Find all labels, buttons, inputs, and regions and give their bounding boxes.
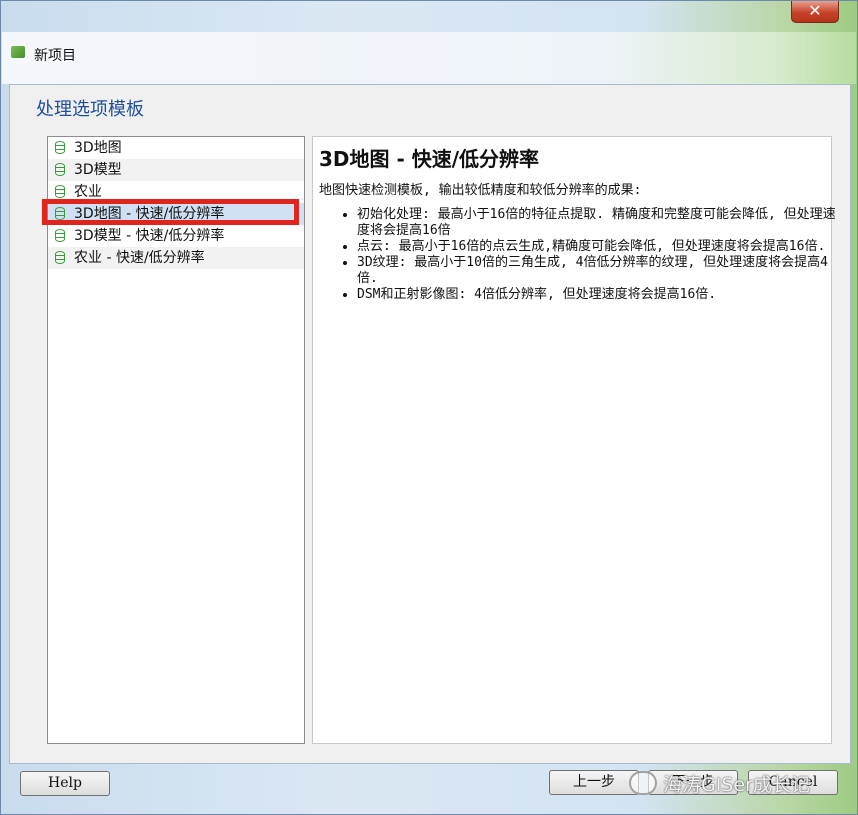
template-item-agriculture-rapid[interactable]: 农业 - 快速/低分辨率 <box>48 247 304 269</box>
database-icon <box>55 185 65 198</box>
detail-bullet: 点云: 最高小于16倍的点云生成,精确度可能会降低, 但处理速度将会提高16倍. <box>357 239 841 255</box>
detail-bullet: 3D纹理: 最高小于10倍的三角生成, 4倍低分辨率的纹理, 但处理速度将会提高… <box>357 255 841 287</box>
dialog-window: ✕ 新项目 处理选项模板 3D地图 3D模型 农业 3D地图 - 快速/低分辨率 <box>0 0 858 815</box>
app-icon <box>11 46 25 58</box>
database-icon <box>55 163 65 176</box>
database-icon <box>55 141 65 154</box>
next-button[interactable]: 下一步 <box>648 770 738 795</box>
template-item-3d-map[interactable]: 3D地图 <box>48 137 304 159</box>
database-icon <box>55 251 65 264</box>
content-area: 处理选项模板 3D地图 3D模型 农业 3D地图 - 快速/低分辨率 3D模型 … <box>9 84 851 764</box>
detail-bullet: 初始化处理: 最高小于16倍的特征点提取. 精确度和完整度可能会降低, 但处理速… <box>357 207 841 239</box>
page-title: 处理选项模板 <box>36 99 144 120</box>
template-item-label: 3D模型 <box>74 162 122 178</box>
title-bar: ✕ <box>1 1 857 31</box>
detail-bullet: DSM和正射影像图: 4倍低分辨率, 但处理速度将会提高16倍. <box>357 287 841 303</box>
database-icon <box>55 207 65 220</box>
detail-description: 地图快速检测模板, 输出较低精度和较低分辨率的成果: <box>319 183 642 198</box>
template-item-label: 农业 - 快速/低分辨率 <box>74 250 205 266</box>
dialog-title: 新项目 <box>34 48 76 64</box>
template-item-3d-model-rapid[interactable]: 3D模型 - 快速/低分辨率 <box>48 225 304 247</box>
template-item-label: 3D模型 - 快速/低分辨率 <box>74 228 225 244</box>
template-item-label: 农业 <box>74 184 102 200</box>
detail-bullet-list: 初始化处理: 最高小于16倍的特征点提取. 精确度和完整度可能会降低, 但处理速… <box>341 207 841 303</box>
header-bar: 新项目 <box>2 32 856 84</box>
help-button[interactable]: Help <box>20 771 110 796</box>
footer-bar: Help 上一步 下一步 Cancel 海涛GISer成长记 <box>1 763 857 814</box>
template-list: 3D地图 3D模型 农业 3D地图 - 快速/低分辨率 3D模型 - 快速/低分… <box>42 136 305 744</box>
detail-title: 3D地图 - 快速/低分辨率 <box>319 147 540 171</box>
template-detail-panel: 3D地图 - 快速/低分辨率 地图快速检测模板, 输出较低精度和较低分辨率的成果… <box>312 136 836 744</box>
template-item-label: 3D地图 <box>74 140 122 156</box>
cancel-button[interactable]: Cancel <box>748 770 838 795</box>
template-item-agriculture[interactable]: 农业 <box>48 181 304 203</box>
database-icon <box>55 229 65 242</box>
template-item-label: 3D地图 - 快速/低分辨率 <box>74 206 225 222</box>
previous-button[interactable]: 上一步 <box>549 770 639 795</box>
close-button[interactable]: ✕ <box>791 1 839 23</box>
template-item-3d-map-rapid[interactable]: 3D地图 - 快速/低分辨率 <box>42 199 304 225</box>
template-item-3d-model[interactable]: 3D模型 <box>48 159 304 181</box>
